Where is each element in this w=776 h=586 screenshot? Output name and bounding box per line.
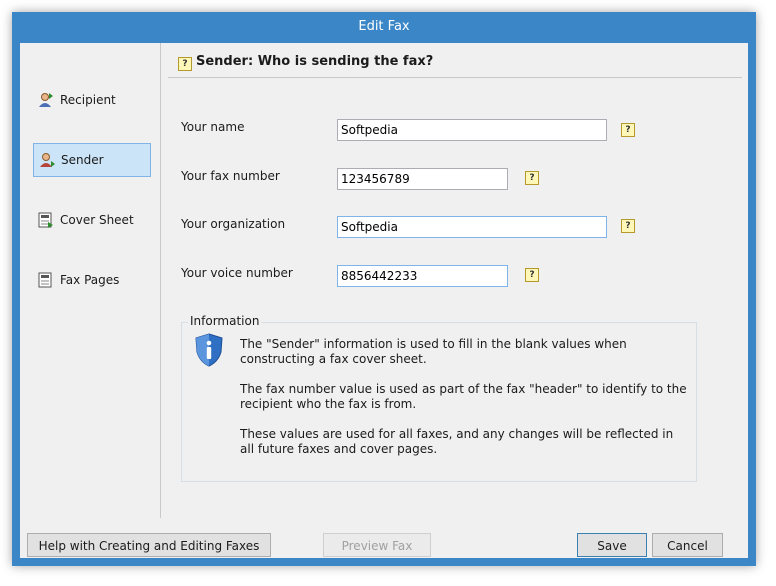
preview-fax-button[interactable]: Preview Fax	[323, 533, 431, 557]
information-title: Information	[188, 314, 262, 328]
help-icon[interactable]: ?	[178, 57, 192, 71]
fax-number-help-icon[interactable]: ?	[525, 171, 539, 185]
nav-item-recipient[interactable]: Recipient	[33, 83, 151, 117]
nav-label-recipient: Recipient	[60, 93, 116, 107]
window-title: Edit Fax	[358, 19, 410, 34]
voice-number-label: Your voice number	[181, 266, 293, 280]
nav-label-cover-sheet: Cover Sheet	[60, 213, 134, 227]
nav-label-fax-pages: Fax Pages	[60, 273, 120, 287]
dialog-client: Recipient Sender Cover Sheet Fax Pages ?…	[20, 43, 748, 558]
info-paragraph-3: These values are used for all faxes, and…	[240, 427, 674, 456]
recipient-icon	[38, 92, 54, 108]
name-help-icon[interactable]: ?	[621, 123, 635, 137]
info-paragraph-2: The fax number value is used as part of …	[240, 382, 687, 411]
name-label: Your name	[181, 120, 245, 134]
cancel-button[interactable]: Cancel	[652, 533, 723, 557]
voice-number-help-icon[interactable]: ?	[525, 268, 539, 282]
voice-number-input[interactable]	[337, 265, 508, 287]
nav-item-fax-pages[interactable]: Fax Pages	[33, 263, 151, 297]
edit-fax-window: Edit Fax Recipient Sender Cover Sheet Fa…	[12, 12, 756, 566]
nav-item-sender[interactable]: Sender	[33, 143, 151, 177]
nav-label-sender: Sender	[61, 153, 104, 167]
info-shield-icon	[194, 333, 224, 367]
page-title: Sender: Who is sending the fax?	[196, 54, 434, 69]
name-input[interactable]	[337, 119, 607, 141]
fax-number-input[interactable]	[337, 168, 508, 190]
save-button[interactable]: Save	[577, 533, 647, 557]
help-button[interactable]: Help with Creating and Editing Faxes	[27, 533, 271, 557]
info-paragraph-1: The "Sender" information is used to fill…	[240, 337, 627, 366]
section-header: ? Sender: Who is sending the fax?	[168, 51, 742, 78]
cover-sheet-icon	[38, 212, 54, 228]
organization-label: Your organization	[181, 217, 286, 231]
nav-panel: Recipient Sender Cover Sheet Fax Pages	[20, 43, 161, 518]
fax-number-label: Your fax number	[181, 169, 280, 183]
fax-pages-icon	[38, 272, 54, 288]
sender-icon	[39, 152, 55, 168]
organization-help-icon[interactable]: ?	[621, 219, 635, 233]
organization-input[interactable]	[337, 216, 607, 238]
nav-item-cover-sheet[interactable]: Cover Sheet	[33, 203, 151, 237]
